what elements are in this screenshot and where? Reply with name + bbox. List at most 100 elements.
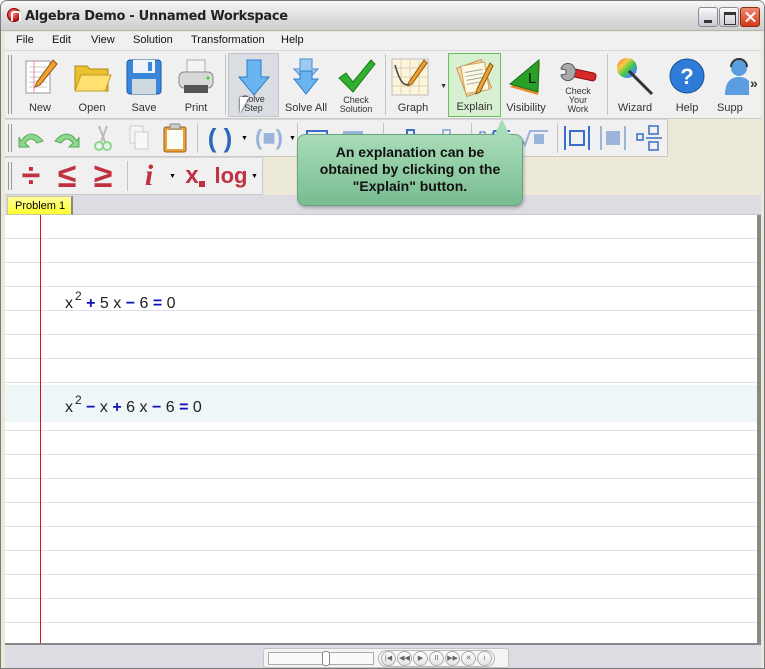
greater-equal-button[interactable]: ≥ [89,157,117,195]
graph-icon [391,58,429,96]
solve-all-button[interactable]: Solve All [281,53,331,117]
log-button[interactable]: log [213,161,249,191]
eq-term: 6 x [121,399,148,416]
redo-button[interactable] [53,123,81,153]
open-button[interactable]: Open [67,53,117,117]
solve-all-label: Solve All [284,102,328,114]
step-player: |◀ ◀◀ ▶ II ▶▶ ✕ i [263,648,509,668]
parentheses-button[interactable]: ( ) [202,123,238,153]
log-dropdown-arrow-icon[interactable]: ▼ [251,173,258,180]
explain-notepad-icon [455,58,494,98]
menu-solution[interactable]: Solution [133,34,173,46]
absolute-value-filled-button[interactable] [597,123,629,153]
menu-edit[interactable]: Edit [52,34,71,46]
app-logo-icon [7,8,21,22]
math-toolbar: ÷ ≤ ≥ i ▼ x log ▼ [5,157,263,195]
title-bar[interactable]: Algebra Demo - Unnamed Workspace [1,1,764,31]
menu-file[interactable]: File [16,34,34,46]
graph-button[interactable]: ▼ Graph [388,53,447,117]
wizard-label: Wizard [617,102,653,114]
box-parentheses-button[interactable]: (■) [249,123,289,153]
toolbar-grip[interactable] [8,124,12,152]
visibility-button[interactable]: L Visibility [502,53,550,117]
eq-term: 6 [161,399,175,416]
eq-operator: − [147,399,162,416]
absolute-value-button[interactable] [561,123,593,153]
window-title: Algebra Demo - Unnamed Workspace [25,9,288,24]
graph-dropdown-arrow-icon[interactable]: ▼ [440,83,447,90]
new-button[interactable]: New [15,53,65,117]
toolbar-separator [607,54,608,115]
parentheses-dropdown-arrow-icon[interactable]: ▼ [241,135,248,142]
eq-exponent: 2 [75,393,82,407]
imaginary-unit-button[interactable]: i [135,159,163,192]
visibility-triangle-icon: L [508,58,540,95]
check-solution-label: Check Solution [339,95,373,114]
eq-term: x [95,399,108,416]
toolbar-separator [385,54,386,115]
print-button[interactable]: Print [171,53,221,117]
player-controls: |◀ ◀◀ ▶ II ▶▶ ✕ i [378,650,495,667]
check-your-work-button[interactable]: Check Your Work [552,53,604,117]
magic-wand-icon [617,58,654,96]
equation-step-2[interactable]: x2 − x + 6 x − 6 = 0 [65,393,202,417]
scissors-icon [94,125,112,151]
box-parentheses-dropdown-arrow-icon[interactable]: ▼ [289,135,296,142]
worksheet-area[interactable]: x2 + 5 x − 6 = 0 x2 − x + 6 x − 6 = 0 [5,215,761,643]
less-equal-button[interactable]: ≤ [53,157,81,195]
first-step-button[interactable]: |◀ [381,651,396,666]
eq-operator: = [174,399,189,416]
mixed-fraction-button[interactable] [633,123,665,153]
toolbar-separator [225,54,226,115]
subscript-button[interactable]: x [181,161,209,191]
new-document-icon [25,59,58,94]
info-button[interactable]: i [477,651,492,666]
undo-button[interactable] [17,123,45,153]
double-down-arrow-icon [292,58,320,95]
floppy-disk-icon [126,59,162,95]
toolbar-separator [557,123,558,153]
explain-button[interactable]: Explain [448,53,501,117]
paste-button[interactable] [161,123,189,153]
eq-base: x [65,295,73,312]
menu-help[interactable]: Help [281,34,304,46]
copy-button[interactable] [125,123,153,153]
eq-operator: − [121,295,136,312]
pause-button[interactable]: II [429,651,444,666]
save-button[interactable]: Save [119,53,169,117]
checkmark-icon [338,59,376,93]
toolbar-separator [127,161,128,191]
menu-view[interactable]: View [91,34,115,46]
wizard-button[interactable]: Wizard [610,53,660,117]
slider-thumb[interactable] [322,651,331,666]
maximize-button[interactable] [719,7,739,27]
minimize-button[interactable] [698,7,718,27]
eq-operator: = [148,295,163,312]
help-button[interactable]: ? Help [662,53,712,117]
solve-step-button[interactable]: Solve Step [228,53,279,117]
menu-transformation[interactable]: Transformation [191,34,265,46]
toolbar-grip[interactable] [8,162,12,190]
toolbar-grip[interactable] [8,55,12,114]
equation-step-1[interactable]: x2 + 5 x − 6 = 0 [65,289,176,313]
undo-icon [18,133,44,148]
tab-problem-1[interactable]: Problem 1 [7,196,73,215]
eq-base: x [65,399,73,416]
play-button[interactable]: ▶ [413,651,428,666]
clipboard-icon [163,123,187,153]
close-button[interactable] [740,7,760,27]
open-label: Open [78,102,106,114]
divide-button[interactable]: ÷ [17,157,45,195]
main-toolbar: New Open Save Print Solve Step Solve All… [5,50,761,119]
check-solution-button[interactable]: Check Solution [331,53,381,117]
support-person-icon [725,58,749,95]
cut-button[interactable] [89,123,117,153]
next-step-button[interactable]: ▶▶ [445,651,460,666]
previous-step-button[interactable]: ◀◀ [397,651,412,666]
step-slider[interactable] [268,651,374,666]
stop-button[interactable]: ✕ [461,651,476,666]
support-button[interactable]: Supp [713,53,749,117]
toolbar-overflow-chevron-icon[interactable]: » [750,75,758,91]
printer-icon [178,59,214,93]
imaginary-dropdown-arrow-icon[interactable]: ▼ [169,173,176,180]
